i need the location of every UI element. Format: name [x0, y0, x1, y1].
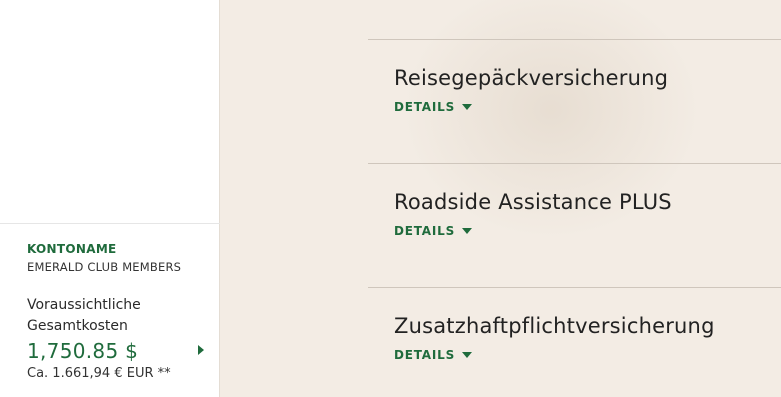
details-toggle-baggage[interactable]: DETAILS: [394, 100, 473, 114]
details-toggle-roadside[interactable]: DETAILS: [394, 224, 473, 238]
account-label: KONTONAME: [27, 242, 117, 256]
divider-line: [368, 39, 781, 40]
details-label: DETAILS: [394, 100, 456, 114]
caret-down-icon: [462, 104, 473, 110]
divider-line: [368, 163, 781, 164]
total-cost-label: Voraussichtliche Gesamtkosten: [27, 297, 141, 334]
details-label: DETAILS: [394, 224, 456, 238]
divider-line: [368, 287, 781, 288]
total-cost-amount: 1,750.85 $: [27, 339, 139, 363]
caret-right-icon[interactable]: [198, 345, 204, 355]
sidebar: KONTONAME EMERALD CLUB MEMBERS Voraussic…: [0, 0, 220, 397]
item-title-roadside-assistance: Roadside Assistance PLUS: [394, 190, 672, 214]
total-cost-eur: Ca. 1.661,94 € EUR **: [27, 366, 171, 381]
insurance-list: Reisegepäckversicherung DETAILS Roadside…: [221, 0, 781, 397]
item-title-liability-insurance: Zusatzhaftpflichtversicherung: [394, 314, 715, 338]
account-name: EMERALD CLUB MEMBERS: [27, 260, 182, 274]
details-label: DETAILS: [394, 348, 456, 362]
item-title-baggage-insurance: Reisegepäckversicherung: [394, 66, 669, 90]
caret-down-icon: [462, 228, 473, 234]
sidebar-divider: [0, 223, 220, 224]
details-toggle-liability[interactable]: DETAILS: [394, 348, 473, 362]
caret-down-icon: [462, 352, 473, 358]
